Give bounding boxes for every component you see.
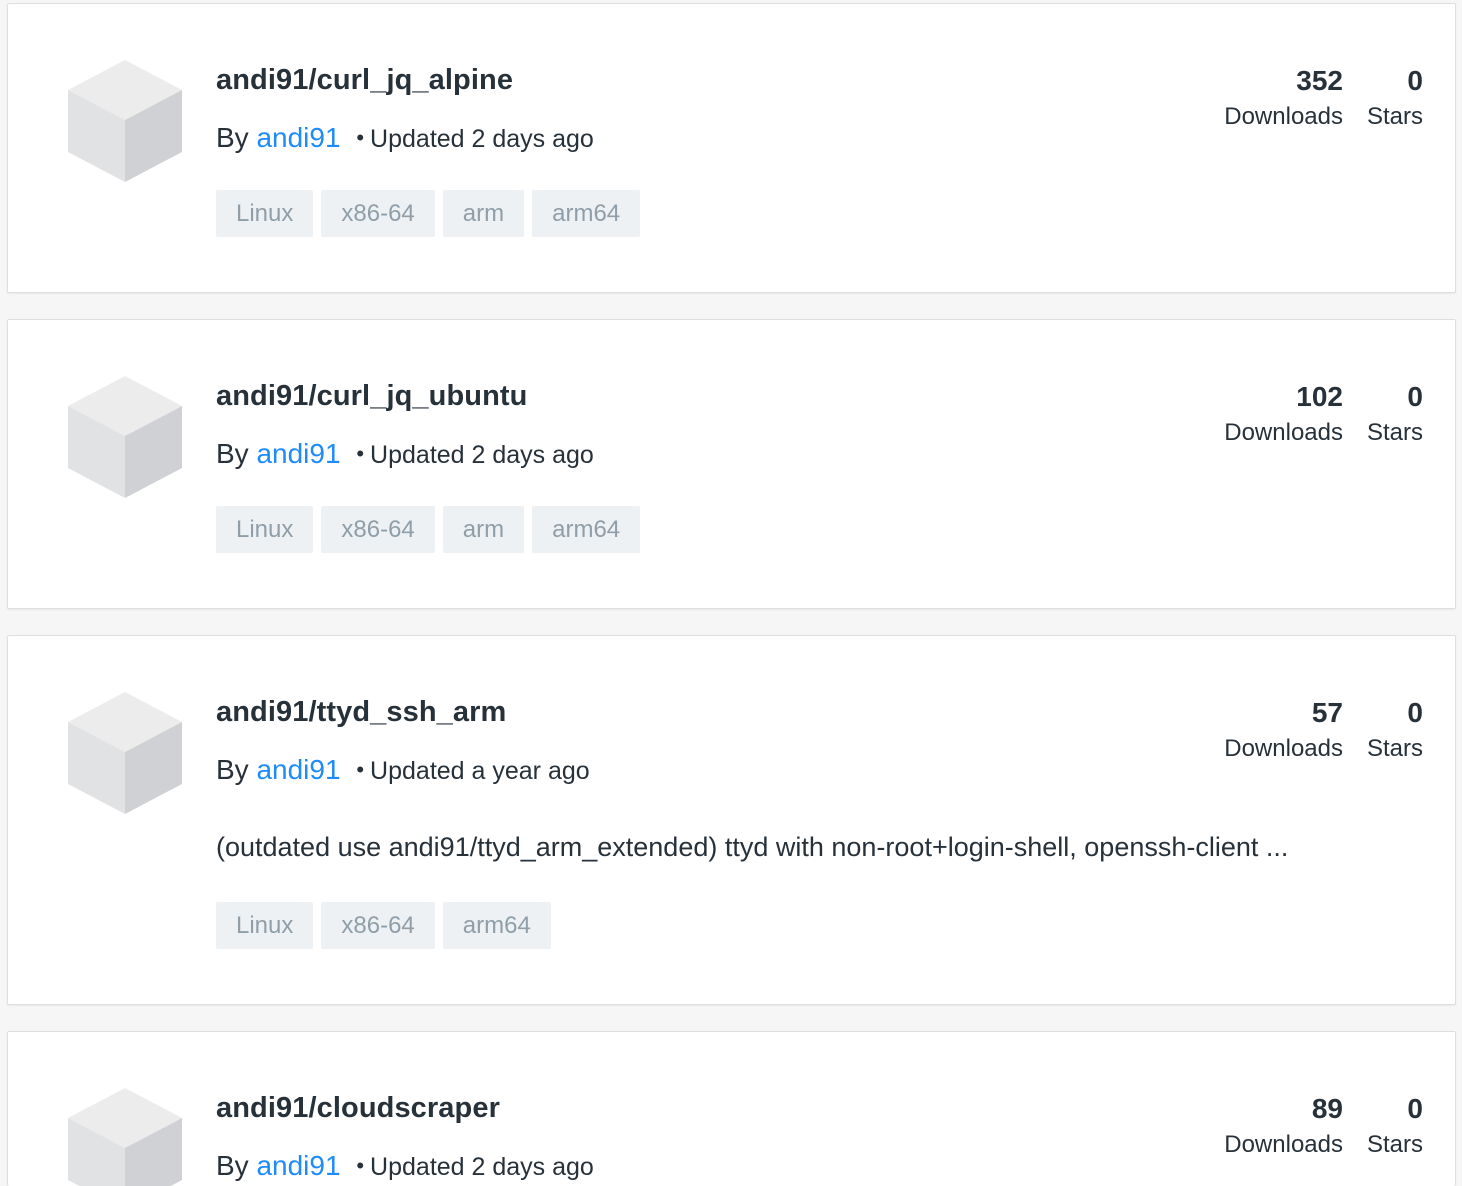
author-link[interactable]: andi91 bbox=[256, 438, 340, 469]
tag-badge: x86-64 bbox=[321, 190, 435, 237]
separator-dot: • bbox=[356, 757, 365, 782]
repository-meta: By andi91 • Updated 2 days ago bbox=[216, 1150, 594, 1182]
author-link[interactable]: andi91 bbox=[256, 754, 340, 785]
downloads-stat: 89 Downloads bbox=[1224, 1092, 1343, 1164]
stars-count: 0 bbox=[1407, 65, 1423, 96]
repository-name[interactable]: andi91/curl_jq_ubuntu bbox=[216, 380, 527, 413]
downloads-label: Downloads bbox=[1224, 419, 1343, 446]
repository-card[interactable]: andi91/cloudscraper By andi91 • Updated 2… bbox=[7, 1031, 1456, 1186]
updated-text: Updated 2 days ago bbox=[370, 441, 594, 469]
repository-stats: 102 Downloads 0 Stars bbox=[1224, 380, 1423, 452]
repository-name[interactable]: andi91/curl_jq_alpine bbox=[216, 64, 513, 97]
downloads-stat: 102 Downloads bbox=[1224, 380, 1343, 452]
repository-meta: By andi91 • Updated a year ago bbox=[216, 754, 590, 786]
stars-label: Stars bbox=[1366, 1131, 1423, 1158]
downloads-label: Downloads bbox=[1224, 735, 1343, 762]
tag-badge: x86-64 bbox=[321, 902, 435, 949]
repository-card[interactable]: andi91/curl_jq_ubuntu By andi91 • Updated… bbox=[7, 319, 1456, 609]
tag-list: Linux x86-64 arm arm64 bbox=[216, 506, 641, 553]
downloads-label: Downloads bbox=[1224, 1131, 1343, 1158]
updated-text: Updated 2 days ago bbox=[370, 125, 594, 153]
repository-stats: 57 Downloads 0 Stars bbox=[1224, 696, 1423, 768]
updated-text: Updated a year ago bbox=[370, 757, 590, 785]
tag-badge: arm64 bbox=[532, 190, 641, 237]
separator-dot: • bbox=[356, 1153, 365, 1178]
downloads-count: 89 bbox=[1311, 1093, 1343, 1124]
author-link[interactable]: andi91 bbox=[256, 122, 340, 153]
repository-description: (outdated use andi91/ttyd_arm_extended) … bbox=[216, 832, 1289, 862]
repository-stats: 352 Downloads 0 Stars bbox=[1224, 64, 1423, 136]
downloads-count: 57 bbox=[1311, 697, 1343, 728]
by-label: By bbox=[216, 122, 249, 153]
by-label: By bbox=[216, 438, 249, 469]
by-label: By bbox=[216, 1150, 249, 1181]
stars-label: Stars bbox=[1366, 419, 1423, 446]
stars-label: Stars bbox=[1366, 735, 1423, 762]
repository-list: andi91/curl_jq_alpine By andi91 • Updated… bbox=[0, 0, 1462, 1186]
tag-badge: arm64 bbox=[532, 506, 641, 553]
repository-cube-icon bbox=[68, 1088, 182, 1186]
tag-badge: Linux bbox=[216, 506, 314, 553]
stars-count: 0 bbox=[1407, 697, 1423, 728]
downloads-count: 102 bbox=[1296, 381, 1343, 412]
repository-cube-icon bbox=[68, 692, 182, 814]
tag-badge: Linux bbox=[216, 902, 314, 949]
repository-cube-icon bbox=[68, 376, 182, 498]
downloads-label: Downloads bbox=[1224, 103, 1343, 130]
separator-dot: • bbox=[356, 441, 365, 466]
downloads-stat: 57 Downloads bbox=[1224, 696, 1343, 768]
tag-badge: x86-64 bbox=[321, 506, 435, 553]
repository-name[interactable]: andi91/cloudscraper bbox=[216, 1092, 500, 1125]
author-link[interactable]: andi91 bbox=[256, 1150, 340, 1181]
updated-text: Updated 2 days ago bbox=[370, 1153, 594, 1181]
stars-count: 0 bbox=[1407, 381, 1423, 412]
stars-stat: 0 Stars bbox=[1367, 380, 1423, 452]
tag-list: Linux x86-64 arm64 bbox=[216, 902, 551, 949]
stars-stat: 0 Stars bbox=[1367, 1092, 1423, 1164]
repository-card[interactable]: andi91/ttyd_ssh_arm By andi91 • Updated a… bbox=[7, 635, 1456, 1005]
repository-card[interactable]: andi91/curl_jq_alpine By andi91 • Updated… bbox=[7, 3, 1456, 293]
stars-stat: 0 Stars bbox=[1367, 64, 1423, 136]
tag-badge: Linux bbox=[216, 190, 314, 237]
stars-count: 0 bbox=[1407, 1093, 1423, 1124]
repository-cube-icon bbox=[68, 60, 182, 182]
downloads-stat: 352 Downloads bbox=[1224, 64, 1343, 136]
repository-meta: By andi91 • Updated 2 days ago bbox=[216, 438, 594, 470]
tag-badge: arm bbox=[442, 190, 525, 237]
downloads-count: 352 bbox=[1296, 65, 1343, 96]
separator-dot: • bbox=[356, 125, 365, 150]
tag-list: Linux x86-64 arm arm64 bbox=[216, 190, 641, 237]
tag-badge: arm bbox=[442, 506, 525, 553]
stars-label: Stars bbox=[1366, 103, 1423, 130]
repository-name[interactable]: andi91/ttyd_ssh_arm bbox=[216, 696, 506, 729]
repository-meta: By andi91 • Updated 2 days ago bbox=[216, 122, 594, 154]
repository-stats: 89 Downloads 0 Stars bbox=[1224, 1092, 1423, 1164]
stars-stat: 0 Stars bbox=[1367, 696, 1423, 768]
by-label: By bbox=[216, 754, 249, 785]
tag-badge: arm64 bbox=[442, 902, 551, 949]
